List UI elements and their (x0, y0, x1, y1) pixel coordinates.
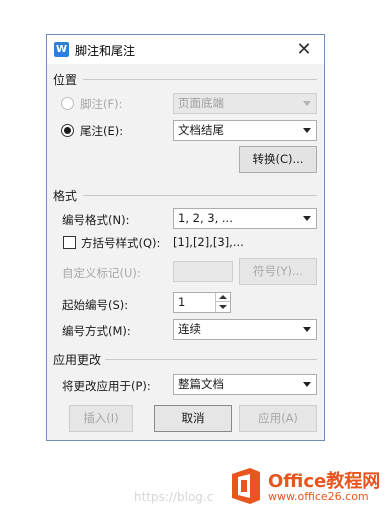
location-section-heading: 位置 (53, 73, 78, 87)
stepper-buttons (215, 293, 230, 312)
footnote-label: 脚注(F): (80, 97, 123, 111)
dialog-title: 脚注和尾注 (75, 44, 136, 58)
endnote-position-select[interactable]: 文档结尾 (173, 120, 317, 141)
chevron-down-icon (303, 101, 311, 106)
bracket-style-example: [1],[2],[3],... (173, 235, 244, 249)
section-divider (83, 195, 317, 196)
format-section-heading: 格式 (53, 189, 78, 203)
apply-to-select[interactable]: 整篇文档 (173, 374, 317, 395)
title-bar[interactable]: W 脚注和尾注 ✕ (47, 35, 324, 64)
bracket-style-label: 方括号样式(Q): (81, 236, 161, 250)
custom-mark-input[interactable] (173, 261, 233, 282)
start-at-stepper[interactable]: 1 (173, 292, 231, 313)
bracket-style-checkbox[interactable] (63, 236, 76, 249)
endnote-radio[interactable] (61, 124, 74, 137)
section-divider (105, 359, 317, 360)
numbering-select[interactable]: 连续 (173, 319, 317, 340)
footnote-position-select[interactable]: 页面底端 (173, 93, 317, 114)
apply-to-label: 将更改应用于(P): (62, 379, 151, 393)
chevron-down-icon (303, 382, 311, 387)
endnote-label: 尾注(E): (80, 124, 124, 138)
footnote-position-value: 页面底端 (178, 96, 224, 110)
chevron-down-icon (303, 128, 311, 133)
chevron-down-icon (303, 327, 311, 332)
wps-writer-icon: W (54, 42, 69, 57)
apply-button[interactable]: 应用(A) (239, 405, 317, 432)
number-format-label: 编号格式(N): (62, 213, 130, 227)
symbol-button[interactable]: 符号(Y)... (239, 258, 317, 285)
endnote-position-value: 文档结尾 (178, 123, 224, 137)
chevron-down-icon (303, 216, 311, 221)
section-divider (83, 79, 317, 80)
footnote-radio[interactable] (61, 97, 74, 110)
stepper-down-icon[interactable] (216, 303, 230, 312)
numbering-label: 编号方式(M): (62, 324, 131, 338)
watermark-site: www.office26.com (268, 490, 369, 503)
footnote-endnote-dialog: W 脚注和尾注 ✕ 位置 脚注(F): 页面底端 尾注(E): 文档结尾 转换(… (46, 34, 325, 441)
number-format-value: 1, 2, 3, ... (178, 211, 233, 225)
watermark-url: https://blog.c (134, 490, 214, 504)
start-at-label: 起始编号(S): (62, 298, 129, 312)
numbering-value: 连续 (178, 322, 201, 336)
number-format-select[interactable]: 1, 2, 3, ... (173, 208, 317, 229)
office-logo-icon (232, 468, 260, 504)
convert-button[interactable]: 转换(C)... (239, 146, 317, 173)
insert-button[interactable]: 插入(I) (69, 405, 133, 432)
cancel-button[interactable]: 取消 (154, 405, 232, 432)
apply-section-heading: 应用更改 (53, 353, 102, 367)
start-at-value: 1 (178, 295, 186, 309)
apply-to-value: 整篇文档 (178, 377, 224, 391)
close-button[interactable]: ✕ (284, 35, 324, 64)
custom-mark-label: 自定义标记(U): (62, 266, 141, 280)
stepper-up-icon[interactable] (216, 293, 230, 302)
